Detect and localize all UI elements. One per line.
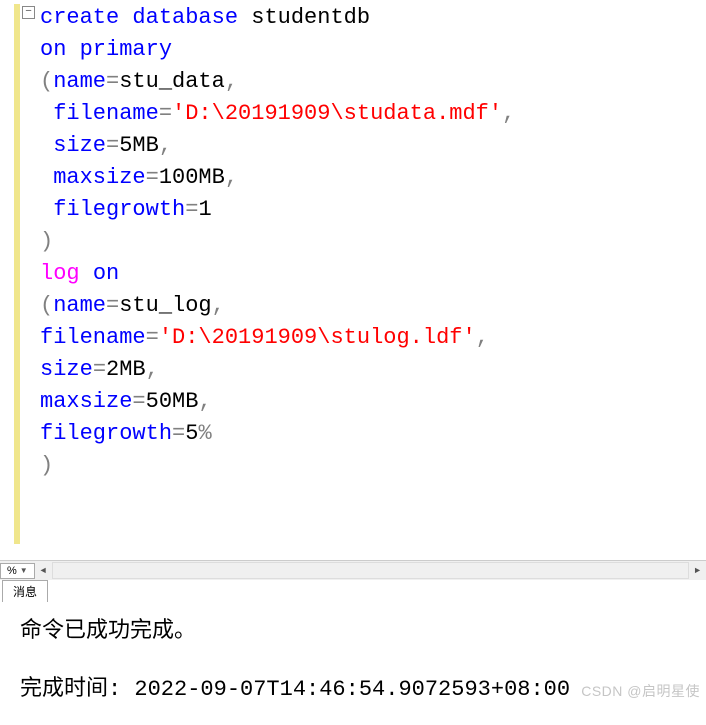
watermark-text: CSDN @启明星使: [581, 681, 700, 701]
code-line: ): [40, 226, 706, 258]
message-success: 命令已成功完成。: [20, 610, 686, 650]
code-line: ): [40, 450, 706, 482]
code-line: filename='D:\20191909\studata.mdf',: [40, 98, 706, 130]
code-content[interactable]: create database studentdbon primary(name…: [40, 0, 706, 560]
scroll-left-icon[interactable]: ◄: [35, 562, 52, 579]
code-line: filegrowth=5%: [40, 418, 706, 450]
code-line: (name=stu_data,: [40, 66, 706, 98]
scroll-right-icon[interactable]: ►: [689, 562, 706, 579]
code-editor[interactable]: − create database studentdbon primary(na…: [0, 0, 706, 560]
messages-tab[interactable]: 消息: [2, 580, 48, 602]
code-line: filename='D:\20191909\stulog.ldf',: [40, 322, 706, 354]
code-line: size=5MB,: [40, 130, 706, 162]
change-indicator: [14, 4, 20, 544]
code-line: on primary: [40, 34, 706, 66]
code-line: maxsize=50MB,: [40, 386, 706, 418]
code-line: size=2MB,: [40, 354, 706, 386]
code-line: log on: [40, 258, 706, 290]
code-line: (name=stu_log,: [40, 290, 706, 322]
fold-toggle-icon[interactable]: −: [22, 6, 35, 19]
zoom-value: %: [7, 565, 17, 577]
chevron-down-icon: ▼: [20, 566, 28, 575]
zoom-dropdown[interactable]: % ▼: [0, 563, 35, 579]
code-line: maxsize=100MB,: [40, 162, 706, 194]
code-line: create database studentdb: [40, 2, 706, 34]
horizontal-scrollbar[interactable]: [52, 562, 689, 579]
code-line: filegrowth=1: [40, 194, 706, 226]
results-tab-bar: 消息: [0, 580, 706, 602]
editor-bottom-bar: % ▼ ◄ ►: [0, 560, 706, 580]
editor-gutter: −: [0, 0, 40, 560]
